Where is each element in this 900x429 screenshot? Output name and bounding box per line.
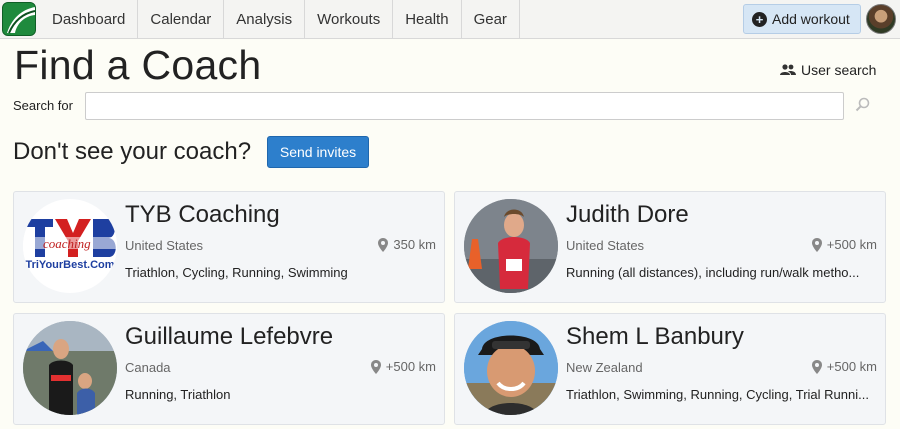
send-invites-button[interactable]: Send invites (267, 136, 369, 168)
coach-distance-value: +500 km (826, 359, 877, 374)
coach-distance: 350 km (378, 237, 436, 252)
dont-see-coach-text: Don't see your coach? (13, 138, 252, 165)
coach-distance: +500 km (370, 359, 436, 374)
coach-name: TYB Coaching (125, 201, 280, 228)
plus-circle-icon: + (752, 11, 767, 27)
page-title: Find a Coach (14, 42, 262, 88)
coach-name: Guillaume Lefebvre (125, 323, 334, 350)
coach-country: New Zealand (566, 360, 643, 375)
coach-name: Shem L Banbury (566, 323, 744, 350)
coach-sports: Triathlon, Swimming, Running, Cycling, T… (566, 387, 869, 402)
user-avatar[interactable] (866, 4, 896, 34)
coach-card-tyb[interactable]: coaching TriYourBest.Com TYB Coaching Un… (13, 191, 445, 303)
tyb-logo-text: TriYourBest.Com (25, 259, 115, 271)
coach-card-guillaume-lefebvre[interactable]: Guillaume Lefebvre Canada +500 km Runnin… (13, 313, 445, 425)
svg-text:coaching: coaching (43, 236, 91, 251)
nav-health[interactable]: Health (393, 0, 462, 38)
coach-country: Canada (125, 360, 171, 375)
coach-distance: +500 km (811, 359, 877, 374)
coach-card-judith-dore[interactable]: Judith Dore United States +500 km Runnin… (454, 191, 886, 303)
coach-sports: Running (all distances), including run/w… (566, 265, 860, 280)
coach-distance-value: +500 km (826, 237, 877, 252)
coach-country: United States (125, 238, 204, 253)
add-workout-label: Add workout (772, 11, 850, 27)
coach-photo (464, 199, 558, 293)
user-search-label: User search (801, 62, 877, 78)
nav-calendar[interactable]: Calendar (138, 0, 225, 38)
coach-logo-tyb: coaching TriYourBest.Com (23, 199, 117, 293)
top-navbar: Dashboard Calendar Analysis Workouts Hea… (0, 0, 900, 39)
coach-distance-value: +500 km (385, 359, 436, 374)
search-label: Search for (13, 98, 73, 113)
coach-country: United States (566, 238, 645, 253)
coach-distance-value: 350 km (393, 237, 436, 252)
coach-card-shem-banbury[interactable]: Shem L Banbury New Zealand +500 km Triat… (454, 313, 886, 425)
map-pin-icon (811, 237, 822, 252)
nav-analysis[interactable]: Analysis (224, 0, 306, 38)
map-pin-icon (811, 359, 822, 374)
map-pin-icon (378, 237, 389, 252)
coach-distance: +500 km (811, 237, 877, 252)
app-logo-icon[interactable] (2, 2, 36, 36)
coach-sports: Running, Triathlon (125, 387, 231, 402)
coach-photo (464, 321, 558, 415)
nav-gear[interactable]: Gear (462, 0, 520, 38)
main-nav: Dashboard Calendar Analysis Workouts Hea… (40, 0, 520, 38)
search-icon[interactable] (855, 97, 870, 117)
coach-photo (23, 321, 117, 415)
nav-dashboard[interactable]: Dashboard (40, 0, 139, 38)
add-workout-button[interactable]: + Add workout (743, 4, 861, 34)
nav-workouts[interactable]: Workouts (305, 0, 394, 38)
user-search-link[interactable]: User search (780, 62, 876, 78)
coach-name: Judith Dore (566, 201, 689, 228)
map-pin-icon (370, 359, 381, 374)
coach-search-input[interactable] (85, 92, 844, 120)
coach-sports: Triathlon, Cycling, Running, Swimming (125, 265, 348, 280)
users-icon (780, 64, 796, 75)
